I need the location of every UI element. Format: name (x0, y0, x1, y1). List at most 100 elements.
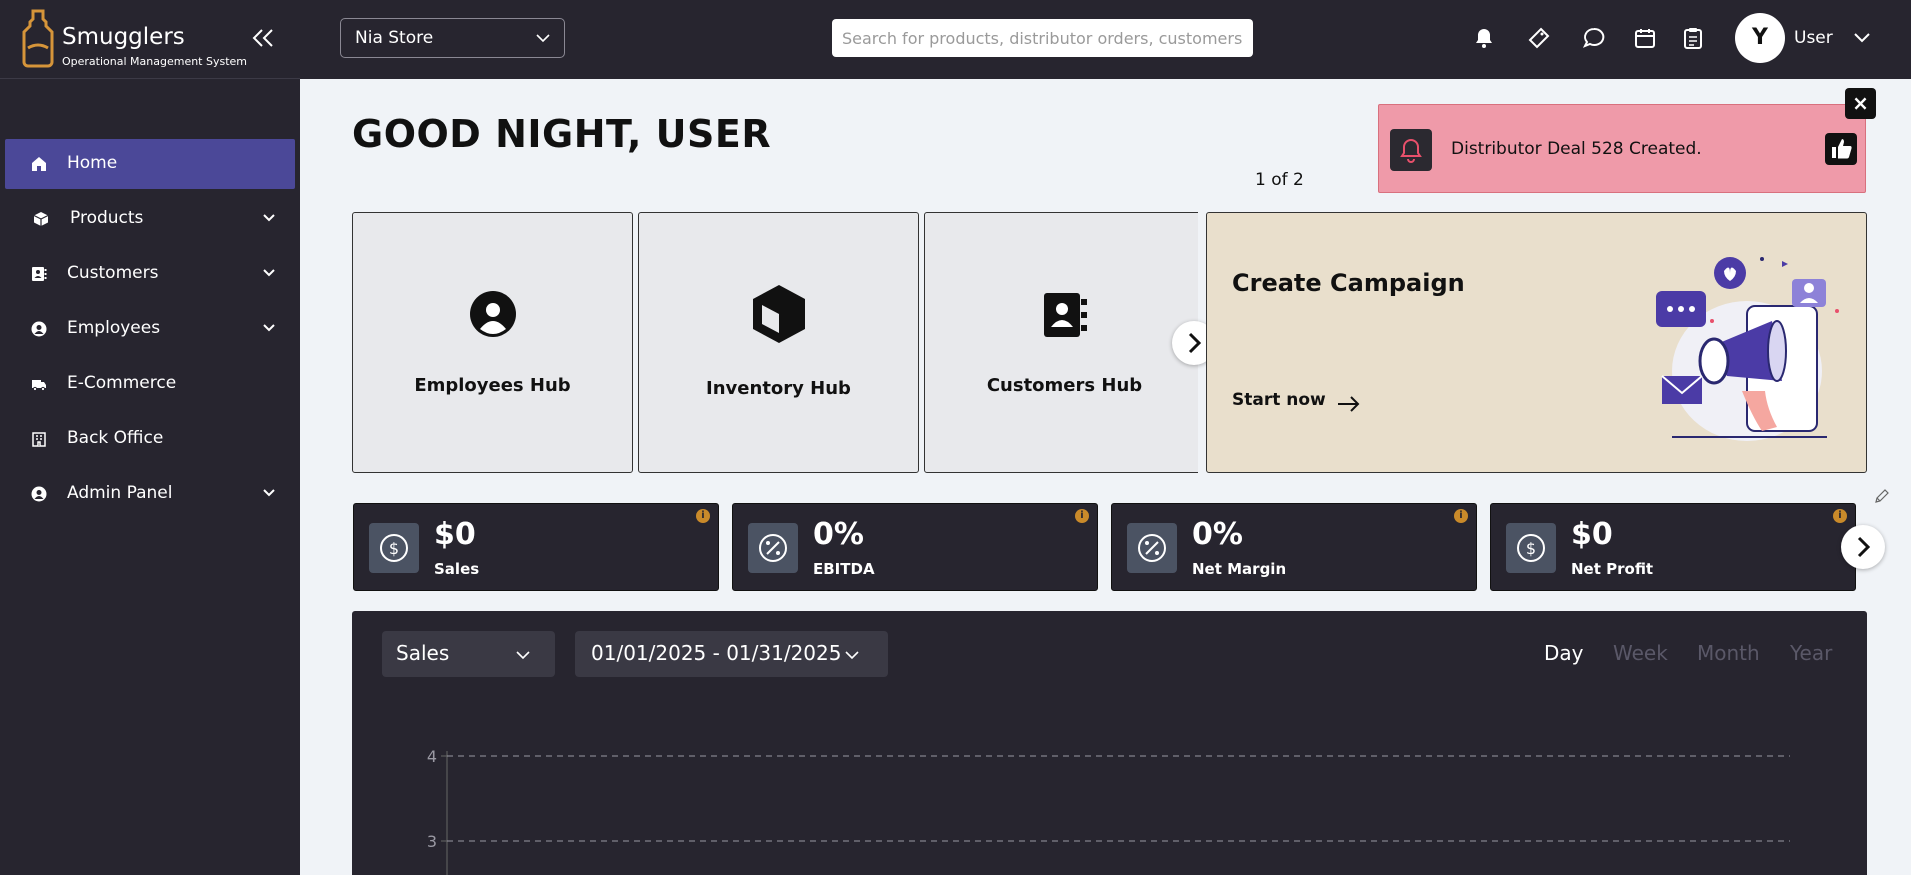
thumbs-up-icon (1832, 139, 1852, 159)
toast-message: Distributor Deal 528 Created. (1451, 139, 1702, 159)
range-tab-year[interactable]: Year (1790, 641, 1832, 665)
kpi-label: EBITDA (813, 560, 875, 578)
date-range-value: 01/01/2025 - 01/31/2025 (591, 641, 842, 665)
clipboard-icon[interactable] (1681, 26, 1705, 50)
brand-name: Smugglers (62, 24, 185, 50)
sidebar-item-employees[interactable]: Employees (5, 304, 295, 354)
kpi-icon-box: $ (1506, 523, 1556, 573)
chevron-down-icon[interactable] (1854, 33, 1870, 43)
sidebar-item-home[interactable]: Home (5, 139, 295, 189)
start-now-link[interactable]: Start now (1232, 390, 1326, 410)
sidebar-item-label: Employees (67, 318, 161, 338)
chevron-right-icon (1857, 536, 1871, 558)
bell-icon (1400, 138, 1422, 163)
svg-text:$: $ (1526, 539, 1536, 558)
megaphone-illustration-icon (1656, 257, 1839, 441)
sidebar-item-admin-panel[interactable]: Admin Panel (5, 469, 295, 519)
chevron-down-icon (263, 214, 275, 222)
kpi-label: Net Profit (1571, 560, 1654, 578)
campaign-card[interactable]: Create Campaign Start now (1206, 212, 1867, 473)
dollar-icon: $ (380, 534, 408, 562)
percent-icon (759, 534, 787, 562)
kpi-label: Net Margin (1192, 560, 1287, 578)
kpi-value: 0% (1192, 517, 1243, 552)
ticket-icon[interactable] (1527, 26, 1551, 50)
range-tab-month[interactable]: Month (1697, 641, 1760, 665)
search-input[interactable] (832, 19, 1253, 57)
customers-hub-card[interactable]: Customers Hub (924, 212, 1198, 473)
info-icon[interactable]: i (1454, 509, 1468, 523)
chevron-down-icon (263, 324, 275, 332)
chevron-down-icon (536, 34, 550, 43)
truck-icon (32, 380, 46, 392)
notification-toast: Distributor Deal 528 Created. (1378, 104, 1866, 193)
sidebar-item-customers[interactable]: Customers (5, 249, 295, 299)
y-tick-label: 4 (427, 747, 437, 766)
cube-icon (33, 212, 49, 226)
hub-carousel: Employees Hub Inventory Hub Customers Hu… (352, 212, 1198, 473)
store-select[interactable]: Nia Store (340, 18, 565, 58)
user-circle-icon (469, 291, 516, 337)
bottle-logo-icon (22, 9, 54, 68)
store-select-value: Nia Store (355, 28, 434, 48)
brand: Smugglers Operational Management System (0, 0, 300, 79)
page-title: GOOD NIGHT, USER (352, 112, 772, 156)
kpi-next-button[interactable] (1841, 525, 1885, 569)
user-circle-icon (31, 486, 47, 502)
employees-hub-card[interactable]: Employees Hub (352, 212, 633, 473)
cube-icon (752, 285, 805, 343)
hub-label: Customers Hub (986, 375, 1143, 396)
metric-select-value: Sales (396, 641, 450, 665)
info-icon[interactable]: i (1075, 509, 1089, 523)
date-range-select[interactable]: 01/01/2025 - 01/31/2025 (575, 631, 888, 677)
kpi-card-net-profit[interactable]: $ $0 Net Profit i (1490, 503, 1856, 591)
avatar[interactable]: Y (1735, 13, 1785, 63)
svg-text:$: $ (389, 539, 399, 558)
kpi-card-net-margin[interactable]: 0% Net Margin i (1111, 503, 1477, 591)
sidebar-item-label: Products (70, 208, 144, 228)
kpi-label: Sales (434, 560, 480, 578)
campaign-title: Create Campaign (1232, 269, 1465, 297)
contacts-icon (1043, 293, 1087, 337)
dollar-icon: $ (1517, 534, 1545, 562)
top-header: Nia Store Y User (300, 0, 1911, 79)
percent-icon (1138, 534, 1166, 562)
y-tick-label: 3 (427, 832, 437, 851)
bell-icon[interactable] (1472, 26, 1496, 50)
edit-icon[interactable] (1874, 488, 1890, 504)
metric-select[interactable]: Sales (382, 631, 555, 677)
sidebar-item-label: Admin Panel (67, 483, 173, 503)
kpi-icon-box: $ (369, 523, 419, 573)
hub-label: Inventory Hub (706, 378, 851, 399)
inventory-hub-card[interactable]: Inventory Hub (638, 212, 919, 473)
info-icon[interactable]: i (696, 509, 710, 523)
sidebar-item-label: E-Commerce (67, 373, 177, 393)
hub-label: Employees Hub (414, 375, 571, 396)
info-icon[interactable]: i (1833, 509, 1847, 523)
close-toast-button[interactable]: × (1845, 88, 1876, 119)
user-name[interactable]: User (1794, 28, 1833, 48)
chevron-down-icon (516, 651, 530, 660)
chat-icon[interactable] (1582, 26, 1606, 50)
kpi-card-sales[interactable]: $ $0 Sales i (353, 503, 719, 591)
kpi-icon-box (1127, 523, 1177, 573)
sidebar-item-ecommerce[interactable]: E-Commerce (5, 359, 295, 409)
home-icon (32, 157, 46, 171)
arrow-right-icon[interactable] (1337, 395, 1361, 413)
range-tab-week[interactable]: Week (1613, 641, 1668, 665)
kpi-card-ebitda[interactable]: 0% EBITDA i (732, 503, 1098, 591)
collapse-sidebar-icon[interactable] (250, 26, 276, 50)
kpi-icon-box (748, 523, 798, 573)
sidebar-item-back-office[interactable]: Back Office (5, 414, 295, 464)
sidebar-item-label: Home (67, 153, 118, 173)
sidebar-item-products[interactable]: Products (5, 194, 295, 244)
thumbs-up-button[interactable] (1825, 133, 1857, 165)
chart-panel: 4 3 Sales 01/01/2025 - 01/31/2025 Day Wee… (352, 611, 1867, 875)
kpi-value: 0% (813, 517, 864, 552)
chevron-down-icon (845, 651, 859, 660)
carousel-pager: 1 of 2 (1255, 170, 1304, 190)
calendar-icon[interactable] (1633, 26, 1657, 50)
chevron-down-icon (263, 489, 275, 497)
range-tab-day[interactable]: Day (1544, 641, 1584, 665)
sidebar: Smugglers Operational Management System … (0, 0, 300, 875)
